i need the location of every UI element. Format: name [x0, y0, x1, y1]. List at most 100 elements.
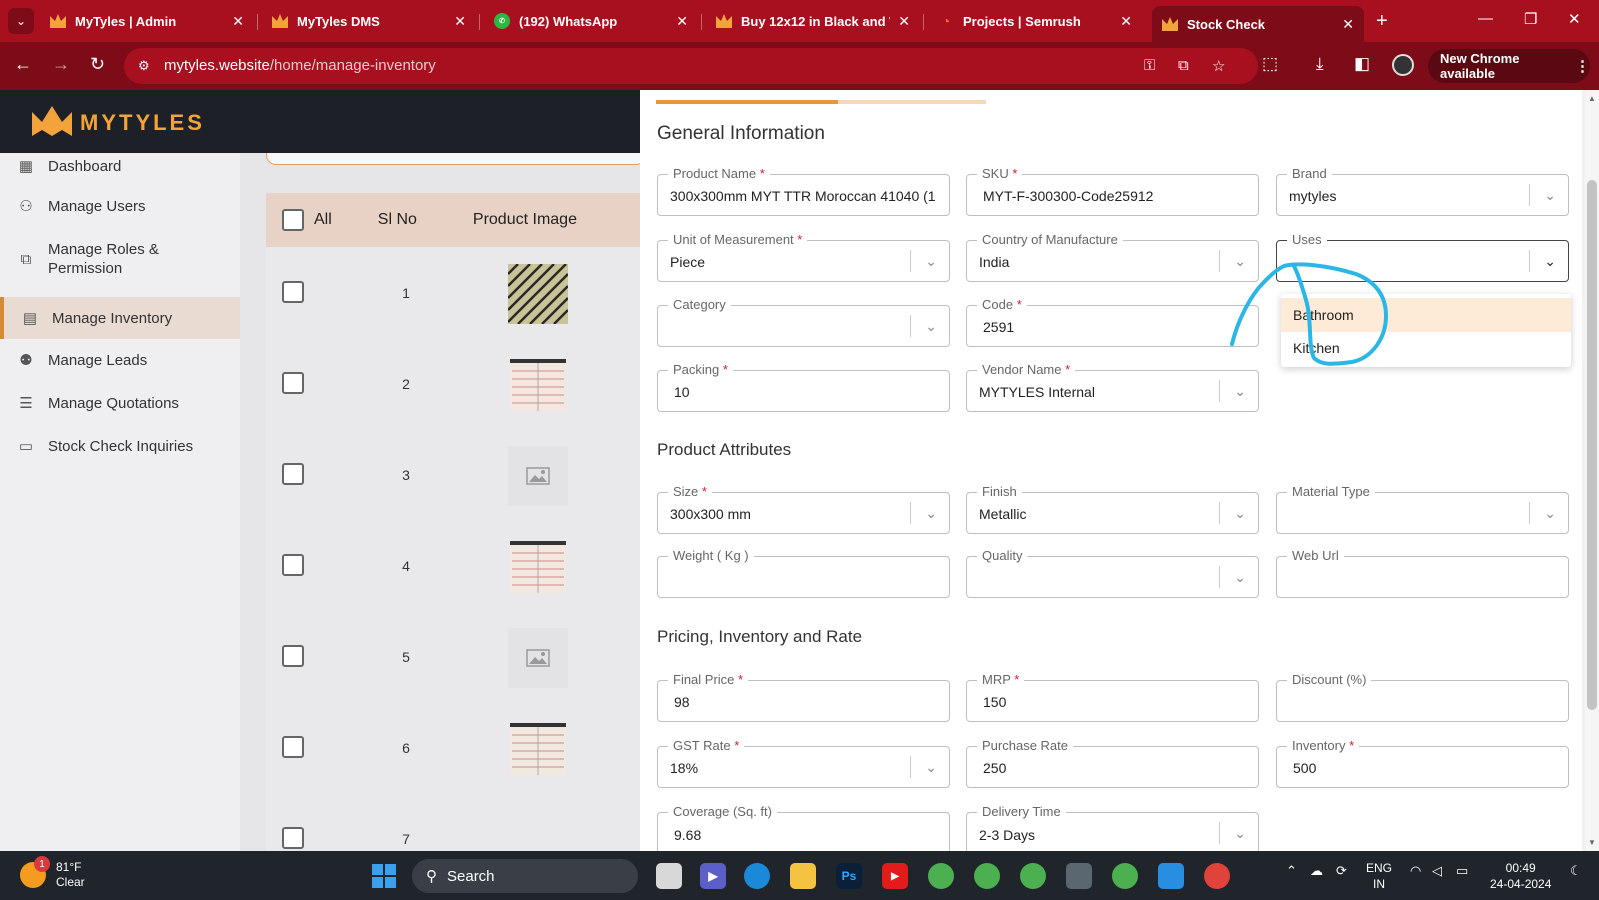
uses-option-kitchen[interactable]: Kitchen — [1281, 331, 1571, 365]
sidebar-item-manage-inventory[interactable]: ▤ Manage Inventory — [0, 297, 240, 339]
sidebar-item-stock-check[interactable]: ▭ Stock Check Inquiries — [0, 433, 240, 459]
notification-moon-icon[interactable]: ☾ — [1570, 863, 1582, 879]
sync-icon[interactable]: ⟳ — [1336, 863, 1347, 879]
chrome-profile-icon[interactable] — [1112, 863, 1138, 889]
table-row[interactable]: 3 — [266, 429, 640, 521]
sidebar-item-manage-users[interactable]: ⚇ Manage Users — [0, 193, 240, 219]
sku-field[interactable]: SKU * MYT-F-300300-Code25912 — [966, 166, 1259, 216]
photoshop-icon[interactable]: Ps — [836, 863, 862, 889]
select-all-checkbox[interactable] — [282, 209, 304, 231]
tab-whatsapp[interactable]: ✆ (192) WhatsApp ✕ — [484, 6, 698, 36]
close-icon[interactable]: ✕ — [1342, 16, 1354, 33]
product-name-field[interactable]: Product Name * 300x300mm MYT TTR Morocca… — [657, 166, 950, 216]
vendor-name-select[interactable]: Vendor Name * MYTYLES Internal ⌄ — [966, 362, 1259, 412]
inventory-field[interactable]: Inventory * 500 — [1276, 738, 1569, 788]
tab-search-chevron-icon[interactable]: ⌄ — [8, 8, 34, 34]
tab-stock-check[interactable]: Stock Check ✕ — [1152, 6, 1364, 42]
scroll-down-icon[interactable]: ▼ — [1588, 838, 1596, 847]
site-info-icon[interactable]: ⚙ — [138, 58, 150, 74]
country-of-manufacture-select[interactable]: Country of Manufacture India ⌄ — [966, 232, 1259, 282]
mrp-field[interactable]: MRP * 150 — [966, 672, 1259, 722]
weather-widget[interactable]: 1 81°F Clear — [20, 856, 85, 890]
close-icon[interactable]: ✕ — [454, 13, 466, 30]
brand-select[interactable]: Brand mytyles ⌄ — [1276, 166, 1569, 216]
restore-icon[interactable]: ❐ — [1524, 10, 1537, 28]
new-tab-plus-icon[interactable]: + — [1376, 10, 1388, 33]
system-clock[interactable]: 00:49 24-04-2024 — [1490, 860, 1551, 892]
weight-field[interactable]: Weight ( Kg ) — [657, 548, 950, 598]
onedrive-cloud-icon[interactable]: ☁ — [1310, 863, 1323, 879]
tab-semrush[interactable]: ◔ Projects | Semrush ✕ — [928, 6, 1142, 36]
task-view-icon[interactable] — [656, 863, 682, 889]
chevron-down-icon[interactable]: ⌄ — [1544, 187, 1556, 204]
delivery-time-select[interactable]: Delivery Time 2-3 Days ⌄ — [966, 804, 1259, 851]
language-indicator[interactable]: ENG IN — [1366, 860, 1392, 892]
row-checkbox[interactable] — [282, 827, 304, 849]
slack-icon[interactable] — [1204, 863, 1230, 889]
gst-rate-select[interactable]: GST Rate * 18% ⌄ — [657, 738, 950, 788]
row-checkbox[interactable] — [282, 463, 304, 485]
close-icon[interactable]: ✕ — [232, 13, 244, 30]
tray-overflow-chevron-icon[interactable]: ⌃ — [1286, 863, 1297, 879]
chrome-profile-icon[interactable] — [1020, 863, 1046, 889]
window-close-icon[interactable]: ✕ — [1568, 10, 1581, 28]
calculator-icon[interactable] — [1066, 863, 1092, 889]
web-url-field[interactable]: Web Url — [1276, 548, 1569, 598]
chevron-down-icon[interactable]: ⌄ — [925, 318, 937, 335]
install-app-icon[interactable]: ⧉ — [1178, 57, 1189, 74]
row-checkbox[interactable] — [282, 645, 304, 667]
forward-arrow-icon[interactable]: → — [52, 54, 70, 75]
file-explorer-icon[interactable] — [790, 863, 816, 889]
category-select[interactable]: Category ⌄ — [657, 297, 950, 347]
chevron-down-icon[interactable]: ⌄ — [925, 505, 937, 522]
taskbar-search[interactable]: ⚲ Search — [412, 859, 638, 893]
table-row[interactable]: 4 — [266, 520, 640, 612]
page-scrollbar[interactable]: ▲ ▼ — [1585, 90, 1599, 851]
row-checkbox[interactable] — [282, 372, 304, 394]
chevron-down-icon[interactable]: ⌄ — [925, 253, 937, 270]
packing-field[interactable]: Packing * 10 — [657, 362, 950, 412]
bookmark-star-icon[interactable]: ☆ — [1212, 57, 1225, 75]
side-panel-icon[interactable]: ◧ — [1354, 54, 1370, 74]
table-row[interactable]: 1 — [266, 247, 640, 339]
row-checkbox[interactable] — [282, 554, 304, 576]
youtube-icon[interactable]: ▶ — [882, 863, 908, 889]
sidebar-item-manage-roles[interactable]: ⧉ Manage Roles & Permission — [0, 237, 240, 281]
tab-mytyles-admin[interactable]: MyTyles | Admin ✕ — [40, 6, 254, 36]
tab-buy-tiles[interactable]: Buy 12x12 in Black and Wh ✕ — [706, 6, 920, 36]
table-row[interactable]: 6 — [266, 702, 640, 794]
table-row[interactable]: 5 — [266, 611, 640, 703]
chevron-down-icon[interactable]: ⌄ — [1544, 505, 1556, 522]
coverage-field[interactable]: Coverage (Sq. ft) 9.68 — [657, 804, 950, 851]
close-icon[interactable]: ✕ — [676, 13, 688, 30]
table-row[interactable]: 2 — [266, 338, 640, 430]
filter-bar[interactable] — [266, 153, 646, 165]
scroll-up-icon[interactable]: ▲ — [1588, 94, 1596, 103]
chevron-down-icon[interactable]: ⌄ — [1234, 825, 1246, 842]
extensions-icon[interactable]: ⬚ — [1262, 54, 1278, 74]
address-bar[interactable]: ⚙ mytyles.website/home/manage-inventory … — [124, 48, 1258, 84]
windows-start-icon[interactable] — [372, 864, 396, 888]
chrome-icon[interactable] — [928, 863, 954, 889]
chevron-down-icon[interactable]: ⌄ — [1234, 569, 1246, 586]
wifi-icon[interactable]: ◠ — [1410, 863, 1421, 879]
row-checkbox[interactable] — [282, 736, 304, 758]
profile-avatar[interactable] — [1392, 54, 1414, 76]
back-arrow-icon[interactable]: ← — [14, 54, 32, 75]
minimize-icon[interactable]: — — [1478, 10, 1493, 27]
chrome-profile-icon[interactable] — [974, 863, 1000, 889]
password-key-icon[interactable]: ⚿ — [1144, 57, 1155, 74]
quality-select[interactable]: Quality ⌄ — [966, 548, 1259, 598]
unit-of-measurement-select[interactable]: Unit of Measurement * Piece ⌄ — [657, 232, 950, 282]
notepad-icon[interactable] — [1158, 863, 1184, 889]
chevron-down-icon[interactable]: ⌄ — [925, 759, 937, 776]
scrollbar-thumb[interactable] — [1587, 180, 1597, 710]
chrome-update-button[interactable]: New Chrome available ⋮ — [1428, 49, 1590, 83]
close-icon[interactable]: ✕ — [898, 13, 910, 30]
volume-icon[interactable]: ◁ — [1432, 863, 1442, 879]
sidebar-item-dashboard[interactable]: ▦ Dashboard — [0, 153, 240, 179]
download-icon[interactable]: ⤓ — [1316, 54, 1324, 74]
chevron-down-icon[interactable]: ⌄ — [1234, 505, 1246, 522]
size-select[interactable]: Size * 300x300 mm ⌄ — [657, 484, 950, 534]
code-field[interactable]: Code * 2591 — [966, 297, 1259, 347]
